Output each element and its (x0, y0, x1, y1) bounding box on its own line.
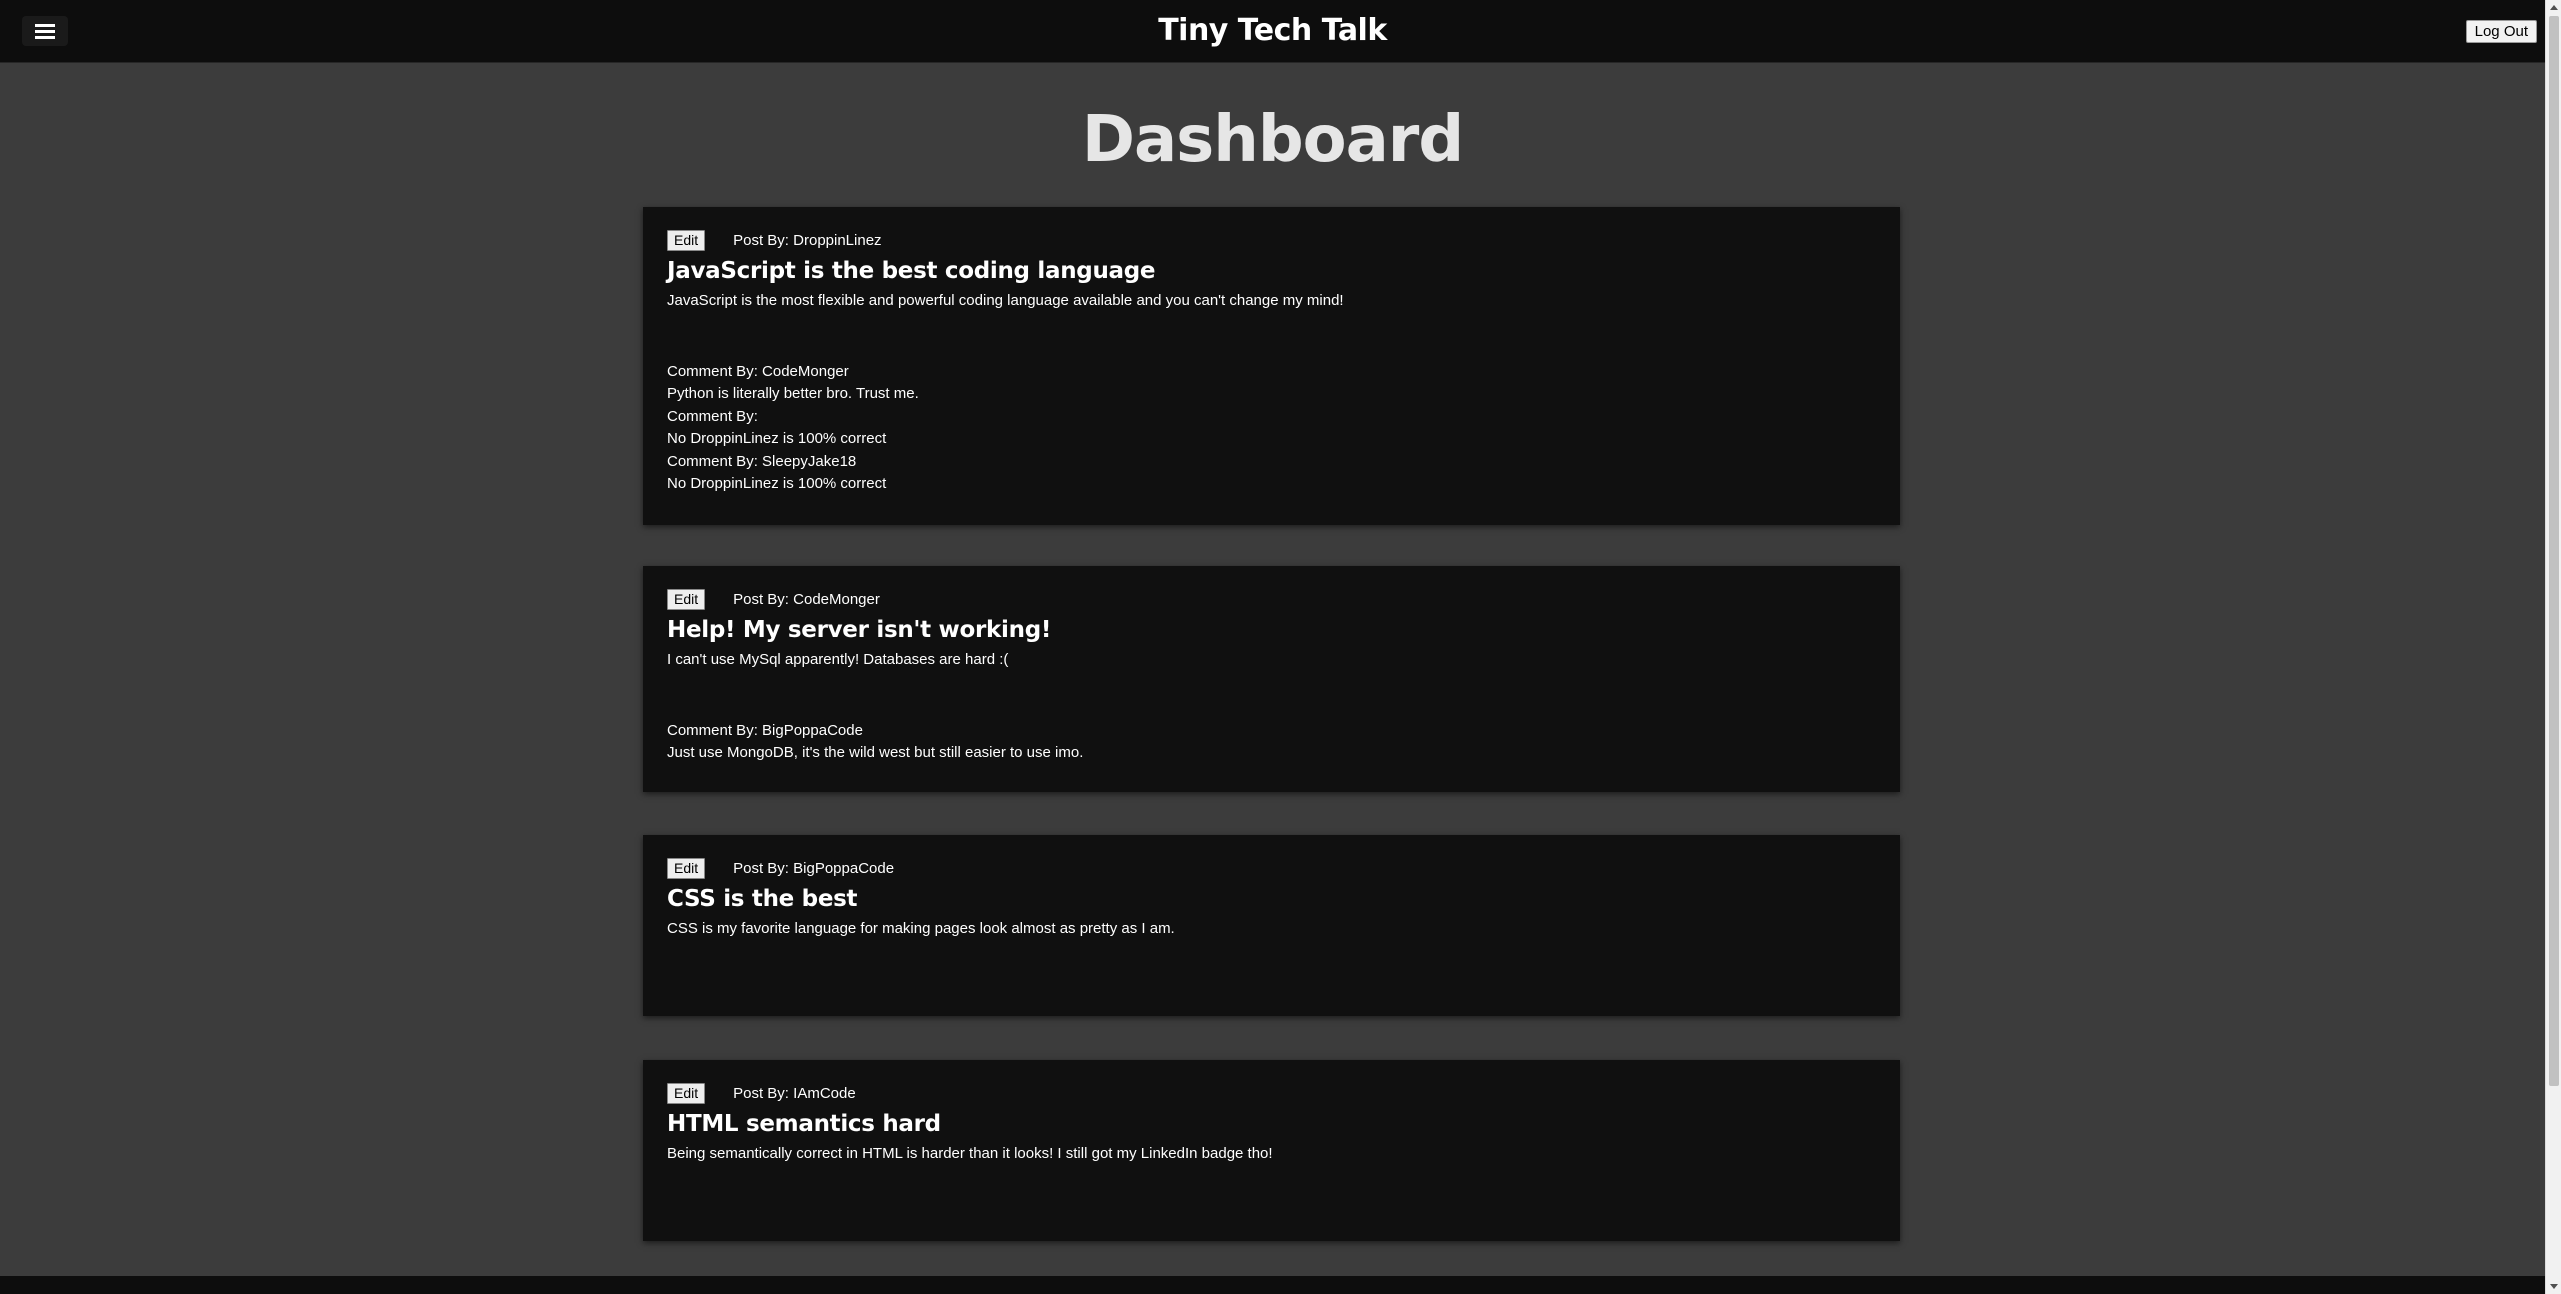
dashboard-page: Tiny Tech Talk Log Out Dashboard Edit Po… (0, 0, 2561, 1294)
post-header: Edit Post By: CodeMonger (667, 588, 1876, 610)
post-card: Edit Post By: DroppinLinez JavaScript is… (643, 207, 1900, 525)
post-body: CSS is my favorite language for making p… (667, 920, 1175, 937)
scrollbar-thumb[interactable] (2549, 16, 2559, 1086)
logout-button[interactable]: Log Out (2465, 20, 2537, 43)
comment-text: Just use MongoDB, it's the wild west but… (667, 744, 1084, 762)
comment-text: No DroppinLinez is 100% correct (667, 475, 887, 493)
vertical-scrollbar[interactable] (2545, 0, 2561, 1294)
menu-button[interactable] (22, 16, 68, 46)
hamburger-menu-icon (35, 24, 55, 39)
post-body: JavaScript is the most flexible and powe… (667, 292, 1344, 309)
post-title: HTML semantics hard (667, 1111, 941, 1137)
comment-list: Comment By: CodeMonger Python is literal… (667, 361, 1876, 495)
post-author: Post By: CodeMonger (733, 590, 880, 608)
post-card: Edit Post By: BigPoppaCode CSS is the be… (643, 835, 1900, 1016)
post-body: I can't use MySql apparently! Databases … (667, 651, 1009, 668)
top-nav-bar: Tiny Tech Talk Log Out (0, 0, 2545, 63)
post-header: Edit Post By: DroppinLinez (667, 229, 1876, 251)
edit-post-button[interactable]: Edit (667, 857, 706, 879)
post-author: Post By: DroppinLinez (733, 231, 882, 249)
post-title: CSS is the best (667, 886, 858, 912)
site-title: Tiny Tech Talk (1158, 13, 1387, 48)
post-title: Help! My server isn't working! (667, 617, 1052, 643)
comment-author: Comment By: CodeMonger (667, 363, 849, 380)
comment-list: Comment By: BigPoppaCode Just use MongoD… (667, 720, 1876, 765)
scroll-down-arrow-icon[interactable] (2550, 1284, 2558, 1289)
post-author: Post By: IAmCode (733, 1084, 856, 1102)
edit-post-button[interactable]: Edit (667, 229, 706, 251)
post-header: Edit Post By: BigPoppaCode (667, 857, 1876, 879)
edit-post-button[interactable]: Edit (667, 1082, 706, 1104)
post-body: Being semantically correct in HTML is ha… (667, 1145, 1273, 1162)
comment-text: Python is literally better bro. Trust me… (667, 385, 919, 403)
post-card: Edit Post By: IAmCode HTML semantics har… (643, 1060, 1900, 1241)
comment-author: Comment By: BigPoppaCode (667, 722, 863, 739)
edit-post-button[interactable]: Edit (667, 588, 706, 610)
comment-author: Comment By: (667, 407, 758, 425)
comment-author: Comment By: SleepyJake18 (667, 452, 857, 470)
post-title: JavaScript is the best coding language (667, 258, 1156, 284)
page-title: Dashboard (1081, 103, 1464, 177)
post-card: Edit Post By: CodeMonger Help! My server… (643, 566, 1900, 792)
scroll-up-arrow-icon[interactable] (2550, 5, 2558, 10)
post-author: Post By: BigPoppaCode (733, 859, 895, 877)
footer (0, 1276, 2545, 1294)
post-header: Edit Post By: IAmCode (667, 1082, 1876, 1104)
comment-text: No DroppinLinez is 100% correct (667, 430, 887, 448)
